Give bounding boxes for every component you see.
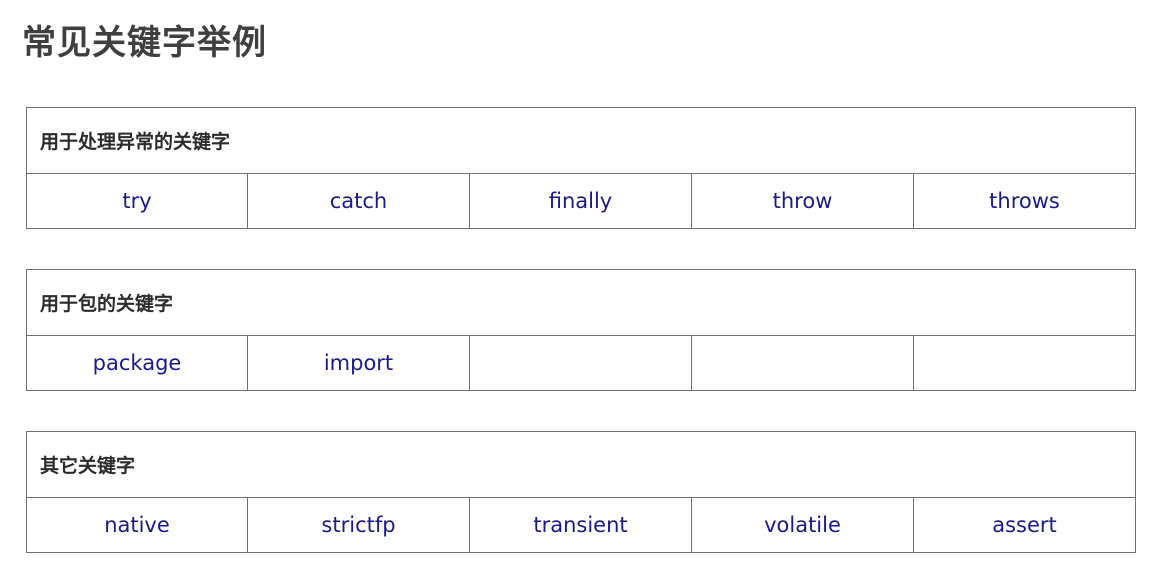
- keyword-transient: transient: [469, 497, 692, 553]
- table-row: native strictfp transient volatile asser…: [26, 497, 1137, 553]
- empty-cell: [469, 335, 692, 391]
- section-heading-package: 用于包的关键字: [25, 269, 1137, 336]
- keyword-import: import: [247, 335, 470, 391]
- other-keywords-table: 其它关键字 native strictfp transient volatile…: [25, 431, 1137, 553]
- section-heading-other: 其它关键字: [25, 431, 1137, 498]
- keyword-assert: assert: [912, 497, 1137, 553]
- keyword-finally: finally: [469, 173, 692, 229]
- table-header-row: 用于处理异常的关键字: [25, 107, 1137, 174]
- empty-cell: [912, 335, 1137, 391]
- empty-cell: [691, 335, 914, 391]
- keyword-package: package: [26, 335, 248, 391]
- keyword-throw: throw: [691, 173, 914, 229]
- table-row: package import: [26, 335, 1137, 391]
- keyword-strictfp: strictfp: [247, 497, 470, 553]
- keyword-throws: throws: [912, 173, 1137, 229]
- section-heading-exception: 用于处理异常的关键字: [25, 107, 1137, 174]
- table-header-row: 用于包的关键字: [25, 269, 1137, 336]
- exception-keywords-table: 用于处理异常的关键字 try catch finally throw throw…: [25, 107, 1137, 229]
- keyword-native: native: [26, 497, 248, 553]
- table-row: try catch finally throw throws: [26, 173, 1137, 229]
- keyword-try: try: [26, 173, 248, 229]
- keyword-catch: catch: [247, 173, 470, 229]
- package-keywords-table: 用于包的关键字 package import: [25, 269, 1137, 391]
- table-header-row: 其它关键字: [25, 431, 1137, 498]
- page-title: 常见关键字举例: [22, 23, 267, 63]
- keyword-volatile: volatile: [691, 497, 914, 553]
